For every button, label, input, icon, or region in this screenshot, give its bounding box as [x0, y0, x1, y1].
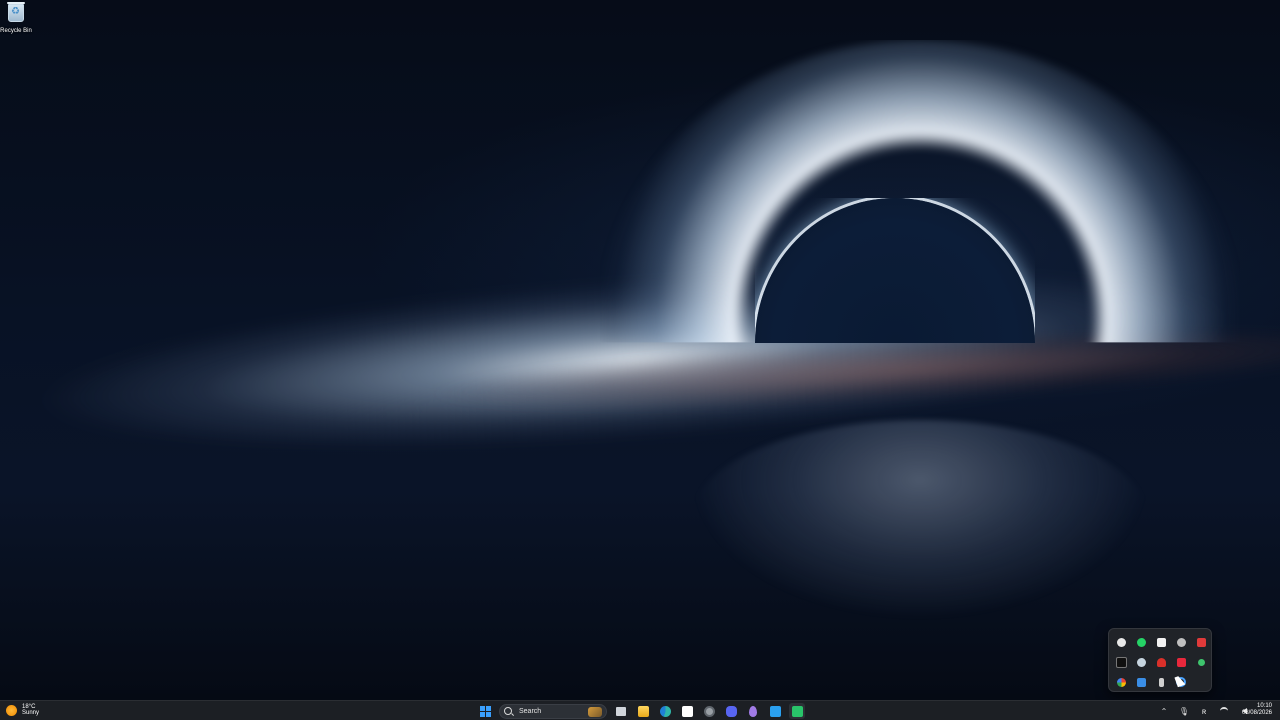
- tray-overflow-flyout: [1108, 628, 1212, 692]
- chevron-up-icon[interactable]: ⌃: [1157, 704, 1171, 718]
- search-highlight-icon: [588, 706, 602, 717]
- microsoft-store-button[interactable]: [679, 703, 695, 719]
- app-blue-icon[interactable]: [1131, 672, 1151, 692]
- system-tray: ⌃ 🎙 ʀ: [1154, 704, 1254, 718]
- google-icon[interactable]: [1111, 672, 1131, 692]
- recycle-bin-icon: [7, 2, 25, 22]
- search-label: Search: [519, 707, 542, 715]
- app-gray-icon[interactable]: [1171, 632, 1191, 652]
- search-icon: [504, 707, 512, 715]
- steam-icon[interactable]: [1131, 652, 1151, 672]
- app-black-icon[interactable]: [1111, 652, 1131, 672]
- windows-logo-icon: [479, 705, 491, 717]
- sun-icon: [6, 704, 17, 716]
- file-explorer-icon: [637, 705, 649, 717]
- weather-widget[interactable]: 18°C Sunny: [6, 704, 39, 716]
- settings-button[interactable]: [701, 703, 717, 719]
- desktop-wallpaper: [0, 0, 1280, 700]
- app-white-icon[interactable]: [1151, 632, 1171, 652]
- task-view-button[interactable]: [613, 703, 629, 719]
- vscode-button[interactable]: [767, 703, 783, 719]
- discord-button[interactable]: [723, 703, 739, 719]
- weather-condition: Sunny: [22, 710, 40, 716]
- visual-studio-icon: [749, 705, 757, 717]
- app-green-icon: [791, 705, 803, 717]
- app-green-dot-icon[interactable]: [1191, 652, 1211, 672]
- app-red-square-icon[interactable]: [1171, 652, 1191, 672]
- clock-time: 10:10: [1256, 703, 1272, 709]
- desktop-icon-recycle-bin[interactable]: Recycle Bin: [0, 2, 32, 34]
- edge-icon: [659, 705, 671, 717]
- settings-icon: [703, 705, 715, 717]
- whatsapp-icon[interactable]: [1131, 632, 1151, 652]
- wifi-icon[interactable]: [1217, 704, 1231, 718]
- task-view-icon: [616, 706, 626, 716]
- start-button[interactable]: [477, 703, 493, 719]
- discord-icon: [725, 705, 737, 717]
- taskbar: 18°C Sunny Search ⌃ 🎙 ʀ 10:10 08/08/2026: [0, 700, 1280, 720]
- black-hole-reflection: [690, 420, 1150, 620]
- app-red-small-icon[interactable]: [1151, 652, 1171, 672]
- microsoft-store-icon: [681, 705, 693, 717]
- edge-button[interactable]: [657, 703, 673, 719]
- vscode-icon: [769, 705, 781, 717]
- taskbar-center: Search: [474, 703, 808, 719]
- taskbar-search[interactable]: Search: [499, 703, 607, 719]
- clock-date: 08/08/2026: [1241, 710, 1272, 716]
- chatgpt-icon[interactable]: [1111, 632, 1131, 652]
- usb-icon[interactable]: [1151, 672, 1171, 692]
- file-explorer-button[interactable]: [635, 703, 651, 719]
- desktop-icon-label: Recycle Bin: [0, 28, 32, 34]
- app-green-button[interactable]: [789, 703, 805, 719]
- microphone-icon[interactable]: 🎙: [1177, 704, 1191, 718]
- language-icon[interactable]: ʀ: [1197, 704, 1211, 718]
- app-red-icon[interactable]: [1191, 632, 1211, 652]
- visual-studio-button[interactable]: [745, 703, 761, 719]
- clock[interactable]: 10:10 08/08/2026: [1242, 703, 1272, 717]
